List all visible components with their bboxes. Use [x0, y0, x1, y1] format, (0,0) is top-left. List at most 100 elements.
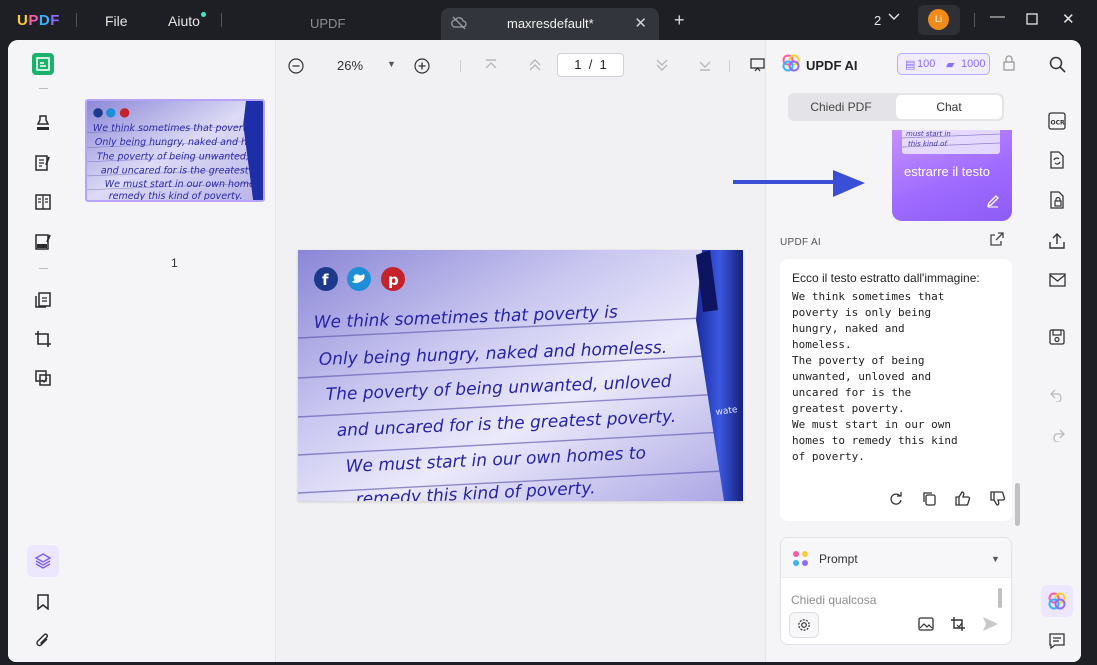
document-page[interactable]: We think sometimes that poverty is Only … [298, 250, 743, 501]
tab-ask-pdf[interactable]: Chiedi PDF [788, 95, 894, 119]
undo-icon[interactable] [1046, 384, 1068, 406]
tool-divider [39, 268, 48, 269]
view-toolbar: 26% ▼ 1 / 1 [277, 40, 765, 90]
tab-title: maxresdefault* [507, 16, 594, 31]
zoom-level[interactable]: 26% [337, 58, 363, 73]
export-icon[interactable] [990, 232, 1004, 249]
page-current: 1 [574, 57, 582, 72]
menu-file[interactable]: File [105, 13, 128, 29]
prev-page-icon[interactable] [528, 58, 542, 75]
edit-text-icon[interactable] [32, 152, 54, 174]
zoom-in-icon[interactable] [414, 58, 430, 77]
regenerate-icon[interactable] [888, 491, 903, 509]
settings-icon [798, 619, 810, 631]
svg-text:We think sometimes that povert: We think sometimes that poverty is [93, 123, 263, 134]
edit-pencil-icon[interactable] [986, 194, 1000, 211]
attachment-icon[interactable] [32, 630, 54, 652]
notification-dot [201, 12, 206, 17]
updf-logo: UPDF [17, 12, 60, 29]
thumbnail-panel: We think sometimes that poverty is Only … [75, 40, 276, 662]
title-bar: UPDF File Aiuto UPDF maxresdefault* ✕ + … [0, 0, 1097, 40]
input-scrollbar[interactable] [998, 588, 1002, 608]
chat-credit-icon: ▰ [946, 59, 955, 71]
svg-text:this kind of: this kind of [908, 140, 948, 148]
ai-panel: UPDF AI ▤ 100 ▰ 1000 Chiedi PDF Chat mus… [765, 40, 1033, 662]
bookmark-icon[interactable] [32, 591, 54, 613]
reader-icon[interactable] [32, 53, 54, 75]
image-upload-icon[interactable] [918, 617, 934, 636]
highlighter-icon[interactable] [32, 112, 54, 134]
answer-body: We think sometimes that poverty is only … [792, 290, 958, 463]
tab-updf[interactable]: UPDF [310, 16, 345, 31]
attached-image-preview[interactable]: must start in this kind of [901, 130, 1001, 154]
ocr-icon[interactable]: OCR [1046, 110, 1068, 132]
redo-icon[interactable] [1046, 424, 1068, 446]
ai-settings-button[interactable] [789, 612, 819, 638]
zoom-out-icon[interactable] [288, 58, 304, 77]
svg-text:and uncared for is the greates: and uncared for is the greatest poverty. [101, 166, 263, 177]
page-total: 1 [599, 57, 607, 72]
divider [974, 13, 975, 27]
chat-scrollbar[interactable] [1015, 483, 1020, 526]
ai-response-label: UPDF AI [780, 237, 821, 248]
prompt-selector[interactable]: Prompt ▼ [781, 538, 1011, 578]
close-window-icon[interactable]: ✕ [1062, 10, 1075, 28]
document-viewer: 26% ▼ 1 / 1 We think sometimes that pove… [277, 40, 765, 662]
share-icon[interactable] [1046, 230, 1068, 252]
next-page-icon[interactable] [655, 58, 669, 75]
form-icon[interactable] [32, 191, 54, 213]
layers-icon[interactable] [27, 545, 59, 577]
first-page-icon[interactable] [484, 58, 498, 75]
thumbs-up-icon[interactable] [955, 491, 971, 509]
minimize-icon[interactable]: — [990, 8, 1005, 25]
email-icon[interactable] [1046, 269, 1068, 291]
user-message-bubble: must start in this kind of estrarre il te… [892, 130, 1012, 221]
presentation-icon[interactable] [750, 58, 765, 75]
zoom-dropdown-icon[interactable]: ▼ [387, 59, 396, 69]
page-thumbnail[interactable]: We think sometimes that poverty is Only … [85, 99, 265, 202]
ai-credits[interactable]: ▤ 100 ▰ 1000 [897, 53, 990, 75]
protect-pdf-icon[interactable] [1046, 189, 1068, 211]
chevron-down-icon[interactable] [888, 10, 900, 25]
window-count[interactable]: 2 [874, 13, 881, 28]
toolbar-divider [460, 60, 461, 72]
menu-help[interactable]: Aiuto [168, 13, 200, 29]
convert-pdf-icon[interactable] [1046, 149, 1068, 171]
thumbnail-image: We think sometimes that poverty is Only … [87, 101, 263, 200]
comment-icon[interactable] [1046, 630, 1068, 652]
toolbar-divider [729, 60, 730, 72]
avatar[interactable]: Li [928, 9, 949, 30]
sign-icon[interactable] [32, 231, 54, 253]
chevron-down-icon[interactable]: ▼ [991, 554, 1000, 564]
last-page-icon[interactable] [698, 58, 712, 75]
send-icon[interactable] [982, 616, 999, 637]
close-tab-icon[interactable]: ✕ [634, 14, 647, 32]
ai-mode-switch: Chiedi PDF Chat [788, 93, 1004, 121]
chat-input[interactable]: Chiedi qualcosa [791, 593, 876, 607]
page-input[interactable]: 1 / 1 [557, 53, 624, 77]
svg-text:p: p [388, 271, 399, 289]
screenshot-crop-icon[interactable] [950, 616, 966, 637]
new-tab-icon[interactable]: + [674, 10, 685, 31]
thumbs-down-icon[interactable] [990, 491, 1006, 509]
crop-icon[interactable] [32, 328, 54, 350]
updf-ai-icon[interactable] [1041, 585, 1073, 617]
tab-chat[interactable]: Chat [896, 95, 1002, 119]
search-icon[interactable] [1046, 53, 1068, 75]
convert-icon[interactable] [32, 367, 54, 389]
doc-credit-icon: ▤ [905, 59, 916, 71]
save-icon[interactable] [1046, 326, 1068, 348]
page-separator: / [588, 57, 593, 72]
svg-text:OCR: OCR [1051, 120, 1066, 127]
tab-document[interactable]: maxresdefault* ✕ [441, 8, 659, 40]
copy-icon[interactable] [922, 491, 937, 509]
maximize-icon[interactable] [1026, 12, 1038, 29]
prompt-label: Prompt [819, 552, 858, 566]
svg-text:We must start in our own homes: We must start in our own homes to [105, 179, 263, 190]
ai-answer-card: Ecco il testo estratto dall'immagine: We… [780, 259, 1012, 521]
organize-pages-icon[interactable] [32, 289, 54, 311]
lock-icon[interactable] [1003, 55, 1015, 76]
user-message-text: estrarre il testo [904, 164, 990, 179]
updf-ai-logo-icon [782, 54, 800, 77]
left-toolbar [8, 40, 75, 662]
